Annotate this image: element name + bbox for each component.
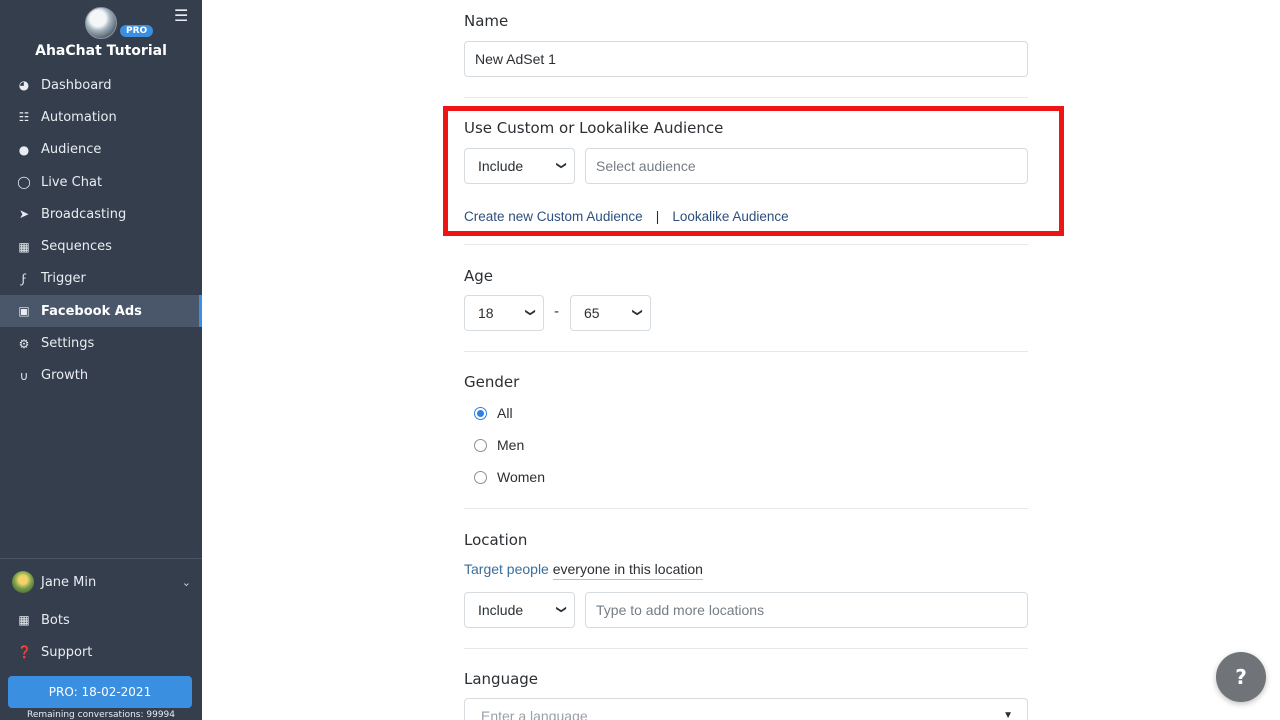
name-label: Name xyxy=(464,12,509,30)
user-icon: ● xyxy=(18,142,30,157)
sidebar: PRO ☰ AhaChat Tutorial ◕ Dashboard ☷ Aut… xyxy=(0,0,202,720)
chevron-down-icon: ❯ xyxy=(555,605,567,614)
paper-plane-icon: ➤ xyxy=(18,207,30,222)
sidebar-bottom-nav: ▦ Bots ❓ Support xyxy=(0,604,202,668)
sidebar-item-label: Bots xyxy=(41,612,70,628)
divider xyxy=(464,648,1028,649)
sidebar-item-label: Support xyxy=(41,644,93,660)
sidebar-item-label: Broadcasting xyxy=(41,206,127,222)
sidebar-item-live-chat[interactable]: ◯ Live Chat xyxy=(0,166,202,198)
gender-option-men[interactable]: Men xyxy=(474,437,524,453)
dashboard-icon: ◕ xyxy=(18,78,30,93)
gender-option-label: Women xyxy=(497,469,545,485)
sidebar-item-label: Automation xyxy=(41,109,117,125)
chevron-down-icon: ❯ xyxy=(524,308,536,317)
sitemap-icon: ☷ xyxy=(18,110,30,125)
radio-button[interactable] xyxy=(474,406,487,420)
age-max-select[interactable]: 65 ❯ xyxy=(570,295,651,331)
user-name: Jane Min xyxy=(41,574,97,590)
bolt-icon: ϝ xyxy=(21,271,27,286)
sidebar-item-label: Dashboard xyxy=(41,77,112,93)
chat-icon: ◯ xyxy=(17,175,31,190)
sidebar-nav: ◕ Dashboard ☷ Automation ● Audience ◯ Li… xyxy=(0,69,202,392)
target-prefix: Target people xyxy=(464,561,549,577)
sidebar-item-label: Settings xyxy=(41,336,95,352)
highlight-box xyxy=(443,106,1064,236)
gear-icon: ⚙ xyxy=(18,336,30,351)
location-label: Location xyxy=(464,531,528,549)
sidebar-item-label: Sequences xyxy=(41,239,112,255)
divider xyxy=(464,97,1028,98)
sidebar-item-settings[interactable]: ⚙ Settings xyxy=(0,327,202,359)
gender-option-label: All xyxy=(497,405,513,421)
location-target: Target people everyone in this location xyxy=(464,561,703,580)
language-placeholder: Enter a language xyxy=(481,708,588,720)
brand-name[interactable]: AhaChat Tutorial xyxy=(0,43,202,59)
age-label: Age xyxy=(464,267,494,285)
sidebar-item-growth[interactable]: ∪ Growth xyxy=(0,360,202,392)
target-type-dropdown[interactable]: everyone in this location xyxy=(552,561,703,580)
calendar-icon: ▦ xyxy=(18,239,30,254)
sidebar-item-sequences[interactable]: ▦ Sequences xyxy=(0,230,202,262)
chevron-down-icon: ❯ xyxy=(631,308,643,317)
gender-option-women[interactable]: Women xyxy=(474,469,545,485)
hamburger-menu-icon[interactable]: ☰ xyxy=(174,6,188,25)
location-mode-value: Include xyxy=(478,602,524,618)
grid-icon: ▦ xyxy=(18,613,30,627)
chevron-down-icon[interactable]: ⌄ xyxy=(182,576,191,589)
user-avatar xyxy=(12,571,34,593)
question-circle-icon: ❓ xyxy=(17,645,32,659)
gender-option-all[interactable]: All xyxy=(474,405,513,421)
sidebar-item-audience[interactable]: ● Audience xyxy=(0,134,202,166)
language-select[interactable]: Enter a language ▼ xyxy=(464,698,1028,720)
divider xyxy=(464,244,1028,245)
pro-expiry-button[interactable]: PRO: 18-02-2021 xyxy=(8,676,192,708)
sidebar-item-facebook-ads[interactable]: ▣ Facebook Ads xyxy=(0,295,202,328)
facebook-icon: ▣ xyxy=(18,304,30,319)
language-label: Language xyxy=(464,670,539,688)
caret-down-icon: ▼ xyxy=(1003,710,1013,720)
radio-button[interactable] xyxy=(474,470,487,484)
brand-avatar[interactable] xyxy=(85,7,117,39)
sidebar-item-bots[interactable]: ▦ Bots xyxy=(0,604,202,636)
pro-badge: PRO xyxy=(120,25,154,37)
divider xyxy=(464,508,1028,509)
adset-name-input[interactable] xyxy=(464,41,1028,77)
location-input[interactable] xyxy=(585,592,1028,628)
radio-button[interactable] xyxy=(474,438,487,452)
sidebar-item-support[interactable]: ❓ Support xyxy=(0,636,202,668)
sidebar-item-dashboard[interactable]: ◕ Dashboard xyxy=(0,69,202,101)
age-min-value: 18 xyxy=(478,305,494,321)
sidebar-item-broadcasting[interactable]: ➤ Broadcasting xyxy=(0,198,202,230)
magnet-icon: ∪ xyxy=(19,368,29,383)
sidebar-item-label: Facebook Ads xyxy=(41,303,142,319)
gender-label: Gender xyxy=(464,373,520,391)
sidebar-item-trigger[interactable]: ϝ Trigger xyxy=(0,263,202,295)
age-min-select[interactable]: 18 ❯ xyxy=(464,295,544,331)
location-mode-select[interactable]: Include ❯ xyxy=(464,592,575,628)
sidebar-item-automation[interactable]: ☷ Automation xyxy=(0,101,202,133)
sidebar-divider xyxy=(0,558,202,559)
sidebar-item-label: Trigger xyxy=(41,271,86,287)
user-menu[interactable]: Jane Min ⌄ xyxy=(0,566,202,598)
sidebar-item-label: Growth xyxy=(41,368,89,384)
help-button[interactable]: ? xyxy=(1216,652,1266,702)
divider xyxy=(464,351,1028,352)
age-max-value: 65 xyxy=(584,305,600,321)
sidebar-item-label: Audience xyxy=(41,142,102,158)
age-separator: - xyxy=(554,304,560,320)
sidebar-item-label: Live Chat xyxy=(41,174,103,190)
remaining-conversations: Remaining conversations: 99994 xyxy=(26,710,176,720)
brand-header: PRO ☰ AhaChat Tutorial xyxy=(0,0,202,70)
gender-option-label: Men xyxy=(497,437,525,453)
